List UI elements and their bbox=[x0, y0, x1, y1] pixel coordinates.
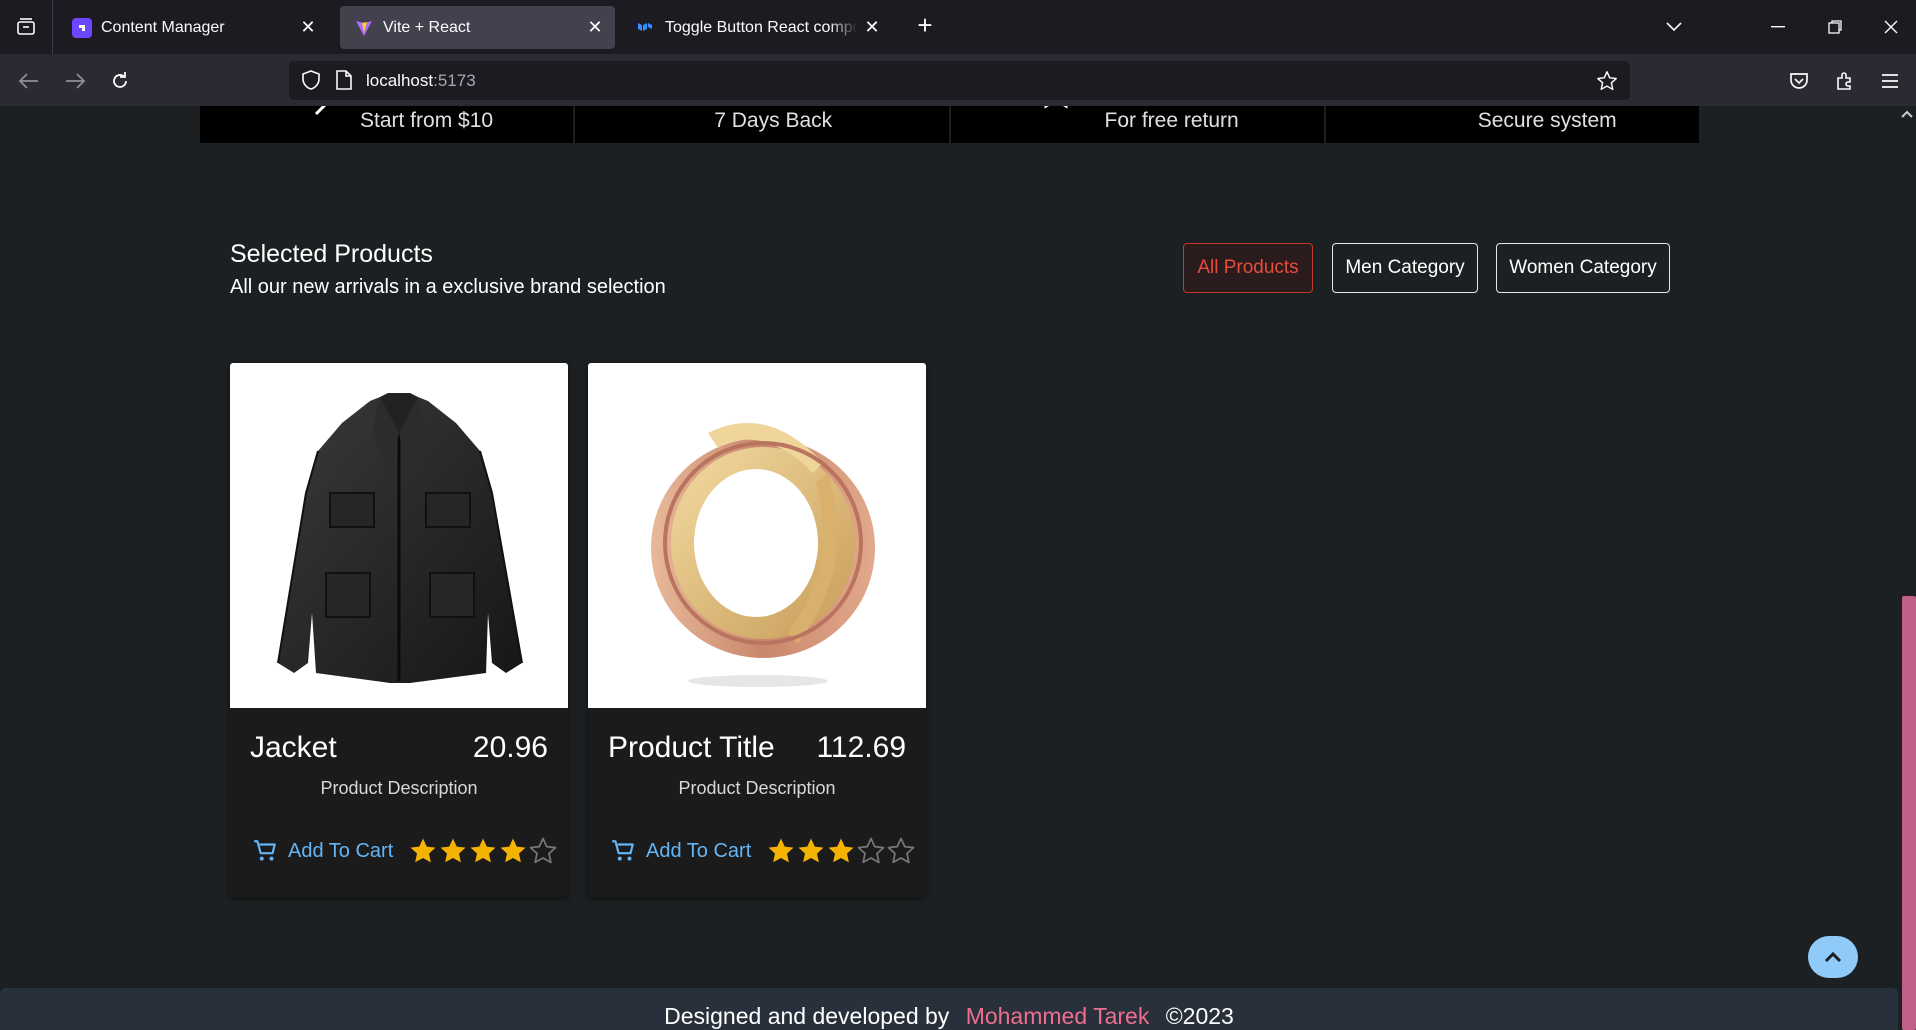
scroll-to-top-button[interactable] bbox=[1808, 936, 1858, 978]
product-image[interactable] bbox=[588, 363, 926, 708]
extensions-icon[interactable] bbox=[1828, 64, 1862, 98]
star-filled-icon[interactable] bbox=[766, 836, 796, 866]
add-to-cart-label: Add To Cart bbox=[288, 839, 394, 862]
star-filled-icon[interactable] bbox=[438, 836, 468, 866]
forward-icon[interactable] bbox=[58, 64, 92, 98]
tab-content-manager[interactable]: Content Manager ✕ bbox=[58, 6, 328, 49]
product-card: Product Title 112.69 Product Description… bbox=[588, 363, 926, 897]
pocket-icon[interactable] bbox=[1782, 64, 1816, 98]
product-description: Product Description bbox=[320, 778, 478, 798]
bookmark-icon bbox=[1044, 106, 1067, 109]
star-filled-icon[interactable] bbox=[468, 836, 498, 866]
restore-icon[interactable] bbox=[1820, 13, 1850, 41]
scroll-up-arrow-icon[interactable] bbox=[1901, 110, 1913, 118]
strapi-icon bbox=[72, 17, 92, 38]
arrow-icon bbox=[314, 106, 327, 116]
add-to-cart-button[interactable]: Add To Cart bbox=[252, 837, 393, 865]
rating-stars[interactable] bbox=[766, 836, 916, 866]
back-icon[interactable] bbox=[12, 64, 46, 98]
star-empty-icon[interactable] bbox=[886, 836, 916, 866]
close-tab-icon[interactable]: ✕ bbox=[858, 14, 886, 42]
cart-icon bbox=[612, 840, 634, 861]
star-filled-icon[interactable] bbox=[498, 836, 528, 866]
section-subtitle: All our new arrivals in a exclusive bran… bbox=[230, 276, 666, 298]
product-price: 112.69 bbox=[816, 731, 906, 764]
men-category-button[interactable]: Men Category bbox=[1332, 243, 1478, 293]
feature-text: Start from $10 bbox=[360, 109, 494, 132]
section-title: Selected Products bbox=[230, 240, 433, 268]
tab-toggle-button[interactable]: Toggle Button React component ✕ bbox=[622, 6, 892, 49]
star-filled-icon[interactable] bbox=[826, 836, 856, 866]
women-category-button[interactable]: Women Category bbox=[1496, 243, 1670, 293]
tab-title: Content Manager bbox=[101, 18, 225, 36]
jacket-image bbox=[277, 393, 523, 683]
product-name: Product Title bbox=[608, 731, 775, 764]
url-port: :5173 bbox=[433, 71, 476, 90]
browser-tab-bar: Content Manager ✕ Vite + React ✕ Toggle … bbox=[0, 0, 1916, 54]
footer-prefix: Designed and developed by bbox=[664, 1003, 950, 1029]
shield-icon[interactable] bbox=[301, 70, 321, 95]
star-empty-icon[interactable] bbox=[856, 836, 886, 866]
menu-icon[interactable] bbox=[1873, 64, 1907, 98]
close-window-icon[interactable] bbox=[1876, 13, 1906, 41]
bookmark-star-icon[interactable] bbox=[1596, 70, 1618, 97]
feature-item: For free return bbox=[951, 106, 1326, 143]
product-card: Jacket 20.96 Product Description Add To … bbox=[230, 363, 568, 897]
minimize-icon[interactable] bbox=[1763, 13, 1793, 41]
tab-title: Vite + React bbox=[383, 18, 471, 36]
ring-image bbox=[651, 423, 875, 687]
add-to-cart-button[interactable]: Add To Cart bbox=[610, 837, 751, 865]
tab-vite-react[interactable]: Vite + React ✕ bbox=[340, 6, 615, 49]
new-tab-icon[interactable]: + bbox=[912, 12, 938, 39]
return-check-icon bbox=[640, 106, 674, 116]
all-products-button[interactable]: All Products bbox=[1183, 243, 1313, 293]
tab-title: Toggle Button React component bbox=[665, 18, 858, 36]
star-filled-icon[interactable] bbox=[796, 836, 826, 866]
mui-icon bbox=[636, 18, 656, 38]
footer: Designed and developed by Mohammed Tarek… bbox=[0, 988, 1898, 1030]
tab-list-icon[interactable] bbox=[0, 0, 53, 54]
product-name: Jacket bbox=[250, 731, 337, 764]
feature-text: 7 Days Back bbox=[714, 109, 833, 132]
star-filled-icon[interactable] bbox=[408, 836, 438, 866]
product-image[interactable] bbox=[230, 363, 568, 708]
feature-text: Secure system bbox=[1477, 109, 1617, 132]
feature-item: 7 Days Back bbox=[575, 106, 951, 143]
product-description: Product Description bbox=[678, 778, 836, 798]
features-bar: Start from $10 7 Days Back For free retu… bbox=[200, 106, 1699, 143]
url-text[interactable]: localhost:5173 bbox=[366, 71, 476, 91]
footer-text: Designed and developed by Mohammed Tarek… bbox=[0, 1003, 1898, 1030]
rating-stars[interactable] bbox=[408, 836, 558, 866]
cart-icon bbox=[254, 840, 276, 861]
page-icon[interactable] bbox=[336, 70, 352, 95]
list-all-tabs-icon[interactable] bbox=[1659, 13, 1689, 41]
address-bar[interactable]: localhost:5173 bbox=[289, 61, 1630, 100]
add-to-cart-label: Add To Cart bbox=[646, 839, 752, 862]
scrollbar-thumb[interactable] bbox=[1902, 596, 1916, 1030]
vite-icon bbox=[354, 18, 374, 38]
url-host: localhost bbox=[366, 71, 434, 90]
reload-icon[interactable] bbox=[103, 64, 137, 98]
star-empty-icon[interactable] bbox=[528, 836, 558, 866]
close-tab-icon[interactable]: ✕ bbox=[581, 14, 609, 42]
feature-item: Start from $10 bbox=[200, 106, 576, 143]
product-price: 20.96 bbox=[472, 731, 548, 764]
feature-item: Secure system bbox=[1326, 106, 1699, 143]
footer-year: ©2023 bbox=[1165, 1003, 1234, 1029]
chevron-up-icon bbox=[1824, 951, 1842, 963]
author-link[interactable]: Mohammed Tarek bbox=[966, 1003, 1150, 1029]
feature-text: For free return bbox=[1104, 109, 1239, 132]
close-tab-icon[interactable]: ✕ bbox=[294, 14, 322, 42]
page-content: Start from $10 7 Days Back For free retu… bbox=[0, 106, 1898, 1030]
